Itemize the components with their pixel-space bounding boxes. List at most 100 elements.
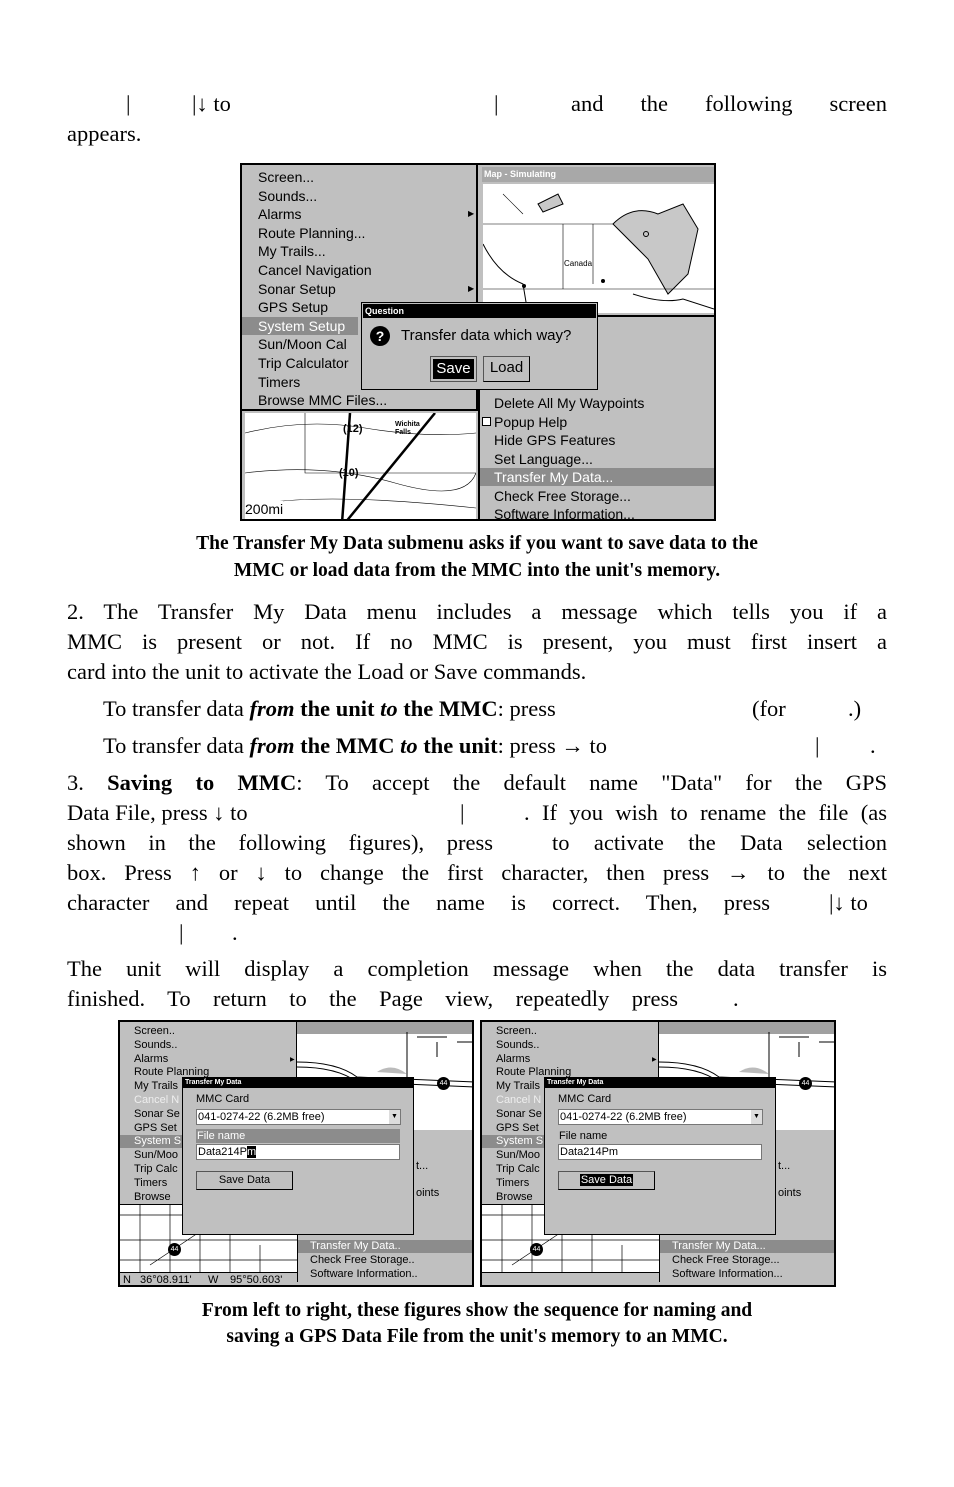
text: 3. (67, 770, 108, 795)
menu-item[interactable]: Sounds.. (496, 1039, 539, 1052)
menu-item[interactable]: Sounds... (258, 187, 317, 205)
city-label: Wichita Falls (395, 421, 420, 436)
submenu-item[interactable]: oints (778, 1187, 801, 1199)
map-view-lower[interactable]: (12) (10) Wichita Falls 200mi (245, 413, 476, 519)
menu-item[interactable]: Trip Calc (496, 1163, 540, 1176)
mmc-card-dropdown[interactable]: 041-0274-22 (6.2MB free) ▼ (196, 1109, 401, 1125)
menu-item[interactable]: Screen... (258, 168, 314, 186)
submenu-item[interactable]: t... (416, 1160, 428, 1172)
text: | (460, 800, 465, 825)
load-button[interactable]: Load (483, 356, 530, 382)
save-instruction: To transfer data from the unit to the MM… (103, 694, 556, 724)
paragraph-line: MMC is present or not. If no MMC is pres… (67, 629, 887, 654)
text: . (232, 920, 238, 945)
menu-item[interactable]: My Trails (496, 1080, 540, 1093)
menu-item[interactable]: Screen.. (496, 1025, 537, 1038)
save-data-button[interactable]: Save Data (196, 1171, 293, 1190)
menu-item[interactable]: Timers (496, 1177, 529, 1190)
chevron-right-icon: ▶ (290, 1057, 295, 1063)
menu-item[interactable]: Cancel N (496, 1094, 541, 1107)
status-n: N (123, 1274, 131, 1286)
menu-item[interactable]: Sun/Moo (496, 1149, 540, 1162)
save-button[interactable]: Save (430, 356, 477, 382)
em: to (400, 733, 418, 758)
em: to (380, 696, 398, 721)
dialog-title: Question (363, 304, 596, 318)
submenu-item[interactable]: Transfer My Data.. (298, 1240, 472, 1253)
menu-item[interactable]: Sun/Moo (134, 1149, 178, 1162)
menu-item[interactable]: Sonar Se (134, 1108, 180, 1121)
chevron-down-icon[interactable]: ▼ (751, 1110, 762, 1124)
dropdown-value: 041-0274-22 (6.2MB free) (198, 1111, 325, 1123)
mmc-card-dropdown[interactable]: 041-0274-22 (6.2MB free) ▼ (558, 1109, 763, 1125)
menu-item[interactable]: Sonar Se (496, 1108, 542, 1121)
checkbox[interactable] (482, 416, 491, 426)
menu-item[interactable]: GPS Set (134, 1122, 177, 1135)
submenu-item[interactable]: Check Free Storage... (494, 487, 631, 505)
status-lon: 95°50.603' (230, 1274, 283, 1286)
menu-item[interactable]: Alarms (134, 1053, 168, 1066)
menu-item[interactable]: Sonar Setup (258, 280, 336, 298)
file-name-label: File name (559, 1130, 608, 1142)
menu-item[interactable]: Cancel Navigation (258, 261, 372, 279)
menu-item[interactable]: Sun/Moon Cal (258, 335, 347, 353)
submenu-item[interactable]: Popup Help (494, 413, 567, 431)
mmc-card-label: MMC Card (558, 1093, 612, 1105)
text: to activate the Data selection (552, 830, 887, 855)
menu-item[interactable]: GPS Setup (258, 298, 328, 316)
menu-item[interactable]: GPS Set (496, 1122, 539, 1135)
menu-item[interactable]: My Trails (134, 1080, 178, 1093)
menu-item[interactable]: Browse (496, 1191, 533, 1204)
map-view[interactable]: Canada (483, 184, 714, 313)
menu-item[interactable]: Timers (134, 1177, 167, 1190)
chevron-right-icon: ▶ (468, 283, 475, 293)
menu-item[interactable]: Alarms (496, 1053, 530, 1066)
section-title: Saving to MMC (107, 770, 297, 795)
submenu-item[interactable]: Transfer My Data... (660, 1240, 834, 1253)
menu-item[interactable]: Browse MMC Files... (258, 391, 387, 409)
menu-item[interactable]: Cancel N (134, 1094, 179, 1107)
file-name-input[interactable]: Data214Pm (196, 1144, 400, 1160)
text: | (815, 733, 820, 758)
submenu-item[interactable]: Check Free Storage... (672, 1254, 780, 1267)
submenu-item[interactable]: Set Language... (494, 450, 593, 468)
menu-item[interactable]: Route Planning... (258, 224, 365, 242)
text: . (733, 986, 739, 1011)
submenu-item[interactable]: Transfer My Data... (480, 468, 714, 486)
question-dialog: Question ? Transfer data which way? Save… (361, 302, 598, 390)
submenu-item[interactable]: Software Information... (494, 505, 635, 519)
road-label: (12) (343, 423, 363, 435)
submenu-item[interactable]: Hide GPS Features (494, 431, 615, 449)
chevron-down-icon[interactable]: ▼ (389, 1110, 400, 1124)
menu-item[interactable]: Alarms (258, 205, 302, 223)
save-data-button[interactable]: Save Data (558, 1171, 655, 1190)
submenu-item[interactable]: Check Free Storage.. (310, 1254, 415, 1267)
intro-pipe: | (494, 91, 499, 116)
text: (for (752, 696, 786, 721)
file-name-input[interactable]: Data214Pm (558, 1144, 762, 1160)
intro-down-to: |↓ to (192, 91, 231, 116)
menu-item[interactable]: Trip Calc (134, 1163, 178, 1176)
menu-item[interactable]: Timers (258, 373, 300, 391)
submenu-item[interactable]: t... (778, 1160, 790, 1172)
save-data-label: Save Data (579, 1174, 634, 1186)
status-w: W (208, 1274, 219, 1286)
text-cursor: m (246, 1146, 257, 1158)
menu-item[interactable]: My Trails... (258, 242, 326, 260)
submenu-item[interactable]: Software Information... (672, 1268, 783, 1281)
text: The unit will display a completion messa… (67, 956, 887, 981)
menu-item[interactable]: Sounds.. (134, 1039, 177, 1052)
figure-caption: MMC or load data from the MMC into the u… (233, 560, 721, 581)
road-label: (10) (339, 467, 359, 479)
submenu-item[interactable]: Delete All My Waypoints (494, 394, 644, 412)
menu-item[interactable]: System Setup (242, 316, 358, 335)
figure-transfer-question-screen: Screen... Sounds... Alarms ▶ Route Planning.… (240, 163, 716, 521)
menu-item[interactable]: Browse (134, 1191, 171, 1204)
file-name-value: Data214Pm (560, 1146, 619, 1158)
menu-item[interactable]: Trip Calculator (258, 354, 349, 372)
interstate-shield-icon: 44 (168, 1243, 181, 1256)
submenu-item[interactable]: Software Information.. (310, 1268, 418, 1281)
submenu-item[interactable]: oints (416, 1187, 439, 1199)
em: from (249, 733, 295, 758)
menu-item[interactable]: Screen.. (134, 1025, 175, 1038)
